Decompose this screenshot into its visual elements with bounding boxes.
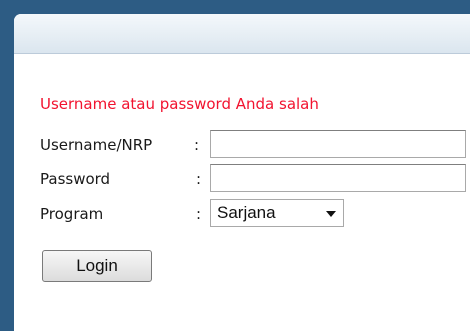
program-label: Program: [40, 205, 104, 223]
login-panel: Username atau password Anda salah Userna…: [14, 14, 470, 331]
program-select[interactable]: Sarjana: [210, 199, 344, 227]
password-field[interactable]: [210, 164, 466, 192]
program-colon: :: [196, 205, 202, 223]
username-label: Username/NRP: [40, 136, 153, 154]
login-button[interactable]: Login: [42, 250, 152, 282]
chevron-down-icon: [326, 211, 336, 217]
username-field[interactable]: [210, 130, 466, 158]
program-selected-value: Sarjana: [217, 203, 276, 222]
username-colon: :: [194, 136, 200, 154]
panel-header: [14, 14, 470, 54]
error-message: Username atau password Anda salah: [40, 95, 319, 113]
password-colon: :: [196, 170, 202, 188]
password-label: Password: [40, 170, 111, 188]
